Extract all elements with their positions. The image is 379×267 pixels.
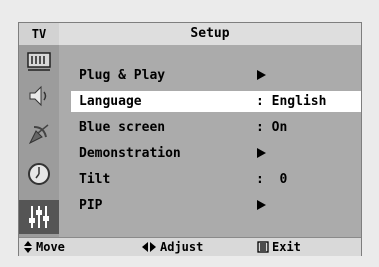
footer-help-bar: Move Adjust Exit <box>19 237 361 256</box>
menu-item-blue-screen[interactable]: Blue screen : On <box>71 117 361 138</box>
up-down-arrows-icon <box>24 241 32 253</box>
osd-menu-window: TV Setup Plug & Play Language: English … <box>18 22 362 256</box>
menu-exit-icon <box>257 241 269 253</box>
menu-item-plug-and-play[interactable]: Plug & Play <box>71 65 361 86</box>
footer-adjust: Adjust <box>141 238 203 256</box>
menu-item-label: Demonstration <box>79 146 181 161</box>
setup-menu-icon[interactable] <box>19 200 59 234</box>
menu-item-language[interactable]: Language : English <box>71 91 361 112</box>
menu-item-demonstration[interactable]: Demonstration <box>71 143 361 164</box>
channel-menu-icon[interactable] <box>19 119 59 149</box>
time-menu-icon[interactable] <box>19 159 59 189</box>
footer-adjust-label: Adjust <box>160 240 204 254</box>
source-label: TV <box>19 23 59 45</box>
footer-exit: Exit <box>257 238 301 256</box>
menu-item-tilt[interactable]: Tilt : 0 <box>71 169 361 190</box>
picture-menu-icon[interactable] <box>19 47 59 77</box>
menu-list: Plug & Play Language : English Blue scre… <box>59 45 361 237</box>
menu-item-pip[interactable]: PIP <box>71 195 361 216</box>
menu-item-value: : On <box>256 120 288 135</box>
title-bar: TV Setup <box>19 23 361 45</box>
menu-item-value: : English <box>256 94 327 109</box>
sidebar <box>19 45 59 237</box>
menu-item-value: : 0 <box>256 172 288 187</box>
menu-item-label: PIP <box>79 198 103 213</box>
left-right-arrows-icon <box>142 242 156 252</box>
menu-item-label: Language <box>79 94 142 109</box>
submenu-arrow-icon <box>257 70 266 80</box>
footer-exit-label: Exit <box>272 240 301 254</box>
menu-item-label: Tilt <box>79 172 111 187</box>
footer-move-label: Move <box>36 240 65 254</box>
sound-menu-icon[interactable] <box>19 81 59 111</box>
menu-title: Setup <box>59 23 361 45</box>
menu-item-label: Blue screen <box>79 120 166 135</box>
footer-move: Move <box>23 238 65 256</box>
submenu-arrow-icon <box>257 200 266 210</box>
menu-item-label: Plug & Play <box>79 68 166 83</box>
submenu-arrow-icon <box>257 148 266 158</box>
